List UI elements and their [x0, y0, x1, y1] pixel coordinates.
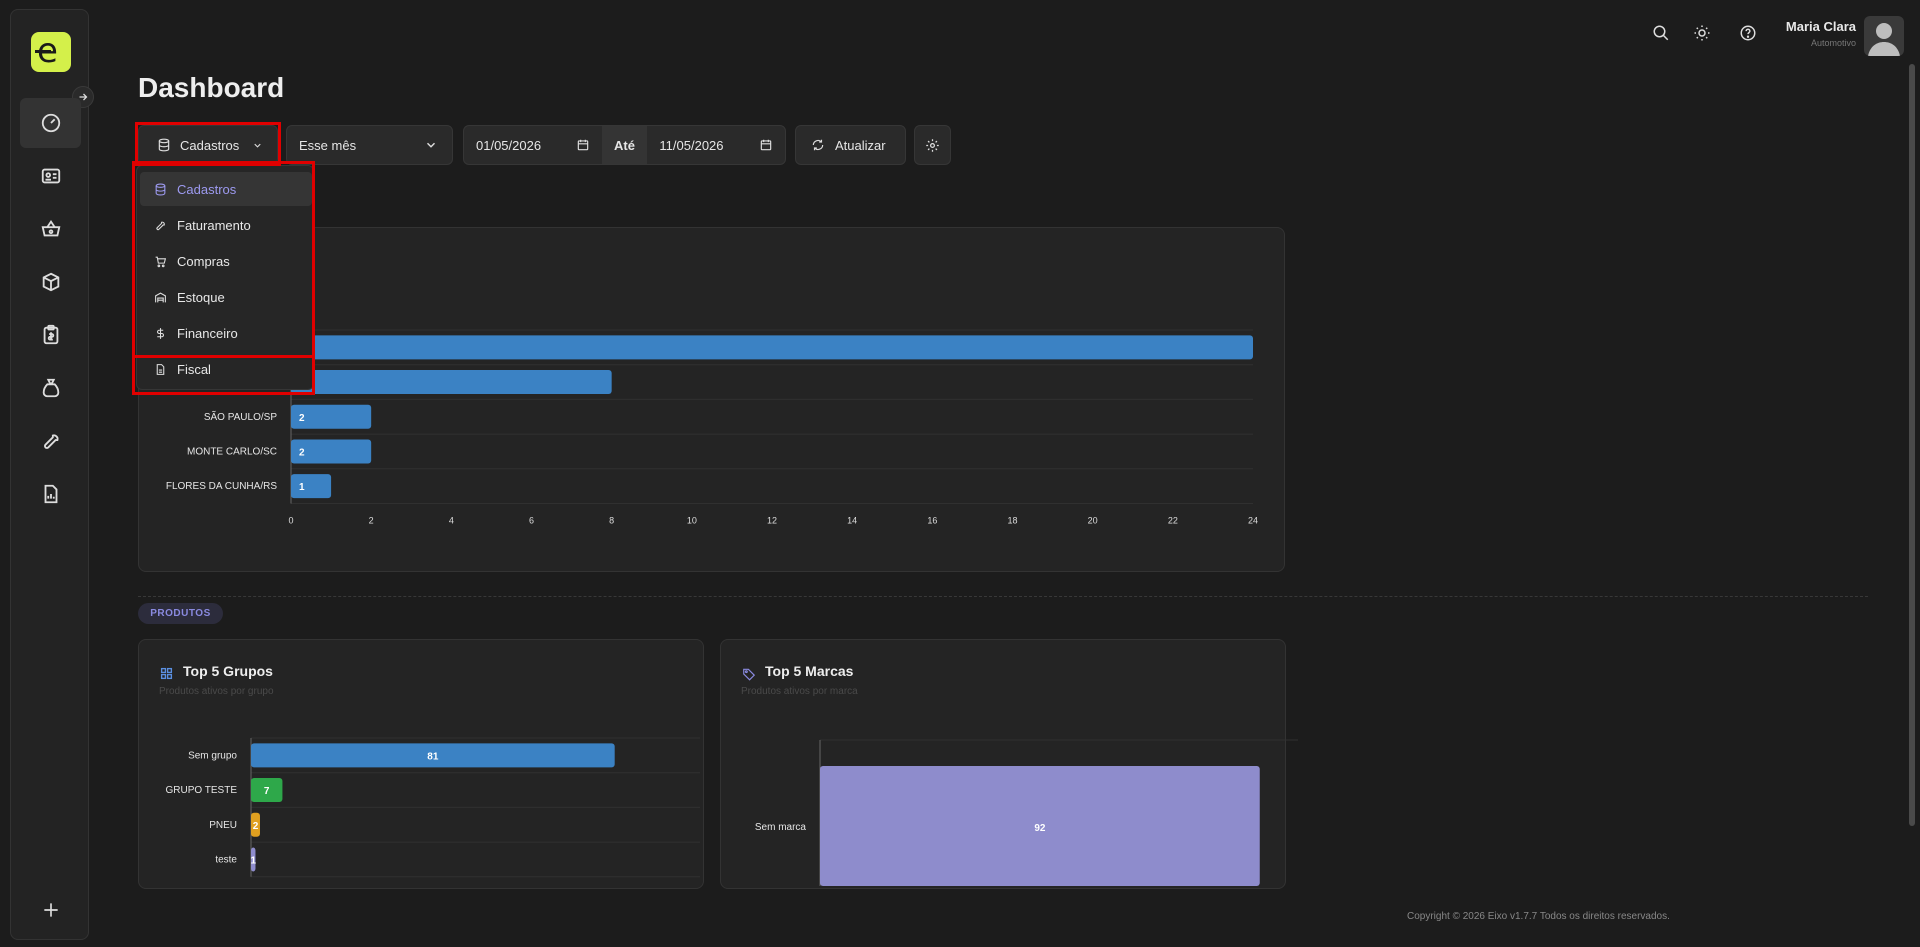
category-label: Sem marca [755, 822, 807, 833]
data-label: 92 [1034, 823, 1046, 834]
highlight-dropdown-items [132, 161, 315, 358]
footer-copyright: Copyright © 2026 Eixo v1.7.7 Todos os di… [1407, 911, 1670, 922]
page-scrollbar[interactable] [1909, 64, 1915, 826]
top-marcas-chart: Sem marca 92 [755, 739, 1298, 886]
highlight-fiscal-item [132, 355, 315, 395]
highlight-module-select [135, 122, 281, 166]
